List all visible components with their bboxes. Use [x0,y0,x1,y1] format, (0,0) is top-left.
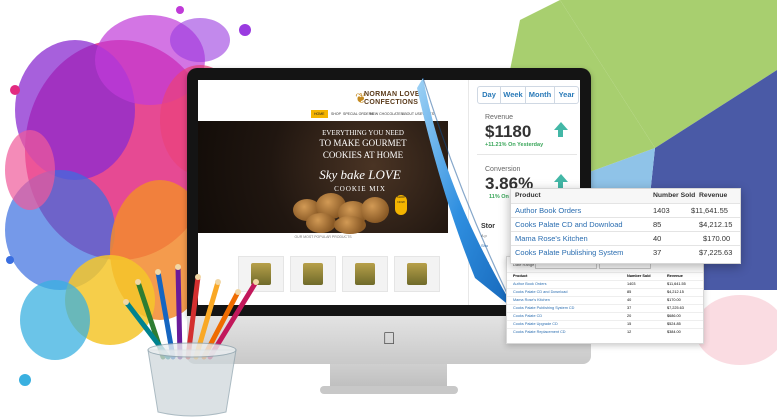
table-row: Author Book Orders 1403 $11,641.55 [511,203,740,218]
product-thumb[interactable] [342,256,388,292]
report-row: Author Book Orders 1403 $11,641.55 [507,280,703,288]
brand-line-1: NORMAN LOVE [364,91,420,98]
hero-line-3: COOKIES AT HOME [322,150,404,160]
products-title: OUR MOST POPULAR PRODUCTS [294,235,352,239]
product-image [355,263,375,285]
table-header: Product Number Sold Revenue [511,189,740,203]
report-number-sold: 15 [627,322,632,326]
report-revenue: $170.00 [667,298,681,302]
report-product-link[interactable]: Cooks Palate CD and Download [513,289,567,296]
apple-logo-icon:  [381,330,397,348]
report-row: Cooks Palate CD 20 $686.00 [507,312,703,320]
nav-new-chocolates[interactable]: NEW CHOCOLATES [370,110,403,118]
product-link[interactable]: Mama Rose's Kitchen [515,232,588,246]
revenue-cell: $7,225.63 [699,248,733,257]
nav-home[interactable]: HOME [311,110,328,118]
report-product-link[interactable]: Author Book Orders [513,281,547,288]
report-number-sold: 40 [627,298,632,302]
column-header-revenue: Revenue [699,192,728,199]
product-link[interactable]: Cooks Palate Publishing System [515,246,623,260]
column-header-number-sold: Number Sold [653,192,696,199]
brand-line-2: CONFECTIONS [364,99,419,106]
hero-line-1: EVERYTHING YOU NEED [322,129,404,137]
report-product-link[interactable]: Cooks Palate CD [513,313,542,320]
report-number-sold: 1403 [627,282,636,286]
report-revenue: $4,212.15 [667,290,684,294]
table-row: Mama Rose's Kitchen 40 $170.00 [511,231,740,246]
report-row: Cooks Palate Publishing System CD 37 $7,22… [507,304,703,312]
product-thumb[interactable] [290,256,336,292]
revenue-cell: $4,212.15 [699,220,733,229]
table-row: Cooks Palate CD and Download 85 $4,212.1… [511,217,740,232]
report-revenue: $384.00 [667,330,681,334]
table-row: Cooks Palate Publishing System 37 $7,225… [511,245,740,260]
hero-banner: EVERYTHING YOU NEED TO MAKE GOURMET COOK… [198,121,448,234]
product-image [303,263,323,285]
hero-line-2: TO MAKE GOURMET [319,138,407,148]
report-column-header: Revenue [667,274,683,278]
report-row: Mama Rose's Kitchen 40 $170.00 [507,296,703,304]
report-revenue: $11,641.55 [667,282,686,286]
cookie-image [306,213,336,233]
report-number-sold: 85 [627,290,632,294]
report-number-sold: 37 [627,306,632,310]
tab-month[interactable]: Month [526,87,555,103]
report-product-link[interactable]: Cooks Palate Replacement CD [513,329,566,336]
pencil-cup-decoration [123,264,259,417]
report-revenue: $7,225.63 [667,306,684,310]
nav-shop[interactable]: SHOP [331,110,341,118]
report-product-link[interactable]: Cooks Palate Publishing System CD [513,305,574,312]
report-row: Cooks Palate CD and Download 85 $4,212.15 [507,288,703,296]
hero-brand-script: Sky bake LOVE [319,167,401,182]
report-column-header: Product [513,274,528,278]
number-sold-cell: 85 [653,220,662,229]
cookie-image [361,197,389,223]
revenue-cell: $170.00 [703,234,731,243]
column-header-product: Product [515,192,541,199]
monitor-stand-base [320,386,458,394]
brand-name: NORMAN LOVE CONFECTIONS [364,91,420,107]
top-products-table: Product Number Sold Revenue Author Book … [510,188,741,264]
report-product-link[interactable]: Cooks Palate Upgrade CD [513,321,558,328]
report-revenue: $524.85 [667,322,681,326]
number-sold-cell: 1403 [653,206,670,215]
report-row: Cooks Palate Replacement CD 12 $384.00 [507,328,703,336]
number-sold-cell: 37 [653,248,662,257]
report-column-header: Number Sold [627,274,651,278]
report-product-link[interactable]: Mama Rose's Kitchen [513,297,550,304]
report-number-sold: 20 [627,314,632,318]
report-revenue: $686.00 [667,314,681,318]
cookie-image [334,216,366,234]
product-link[interactable]: Author Book Orders [515,204,581,218]
report-header: Product Number Sold Revenue [507,272,703,280]
revenue-cell: $11,641.55 [691,206,728,215]
product-link[interactable]: Cooks Palate CD and Download [515,218,623,232]
hero-product: COOKIE MIX [334,185,386,193]
shop-now-button[interactable]: SHOP NOW [395,195,407,215]
number-sold-cell: 40 [653,234,662,243]
sales-report: Date Range Product Number Sold Revenue Auth… [506,256,704,344]
report-number-sold: 12 [627,330,632,334]
tab-year[interactable]: Year [555,87,578,103]
report-row: Cooks Palate Upgrade CD 15 $524.85 [507,320,703,328]
